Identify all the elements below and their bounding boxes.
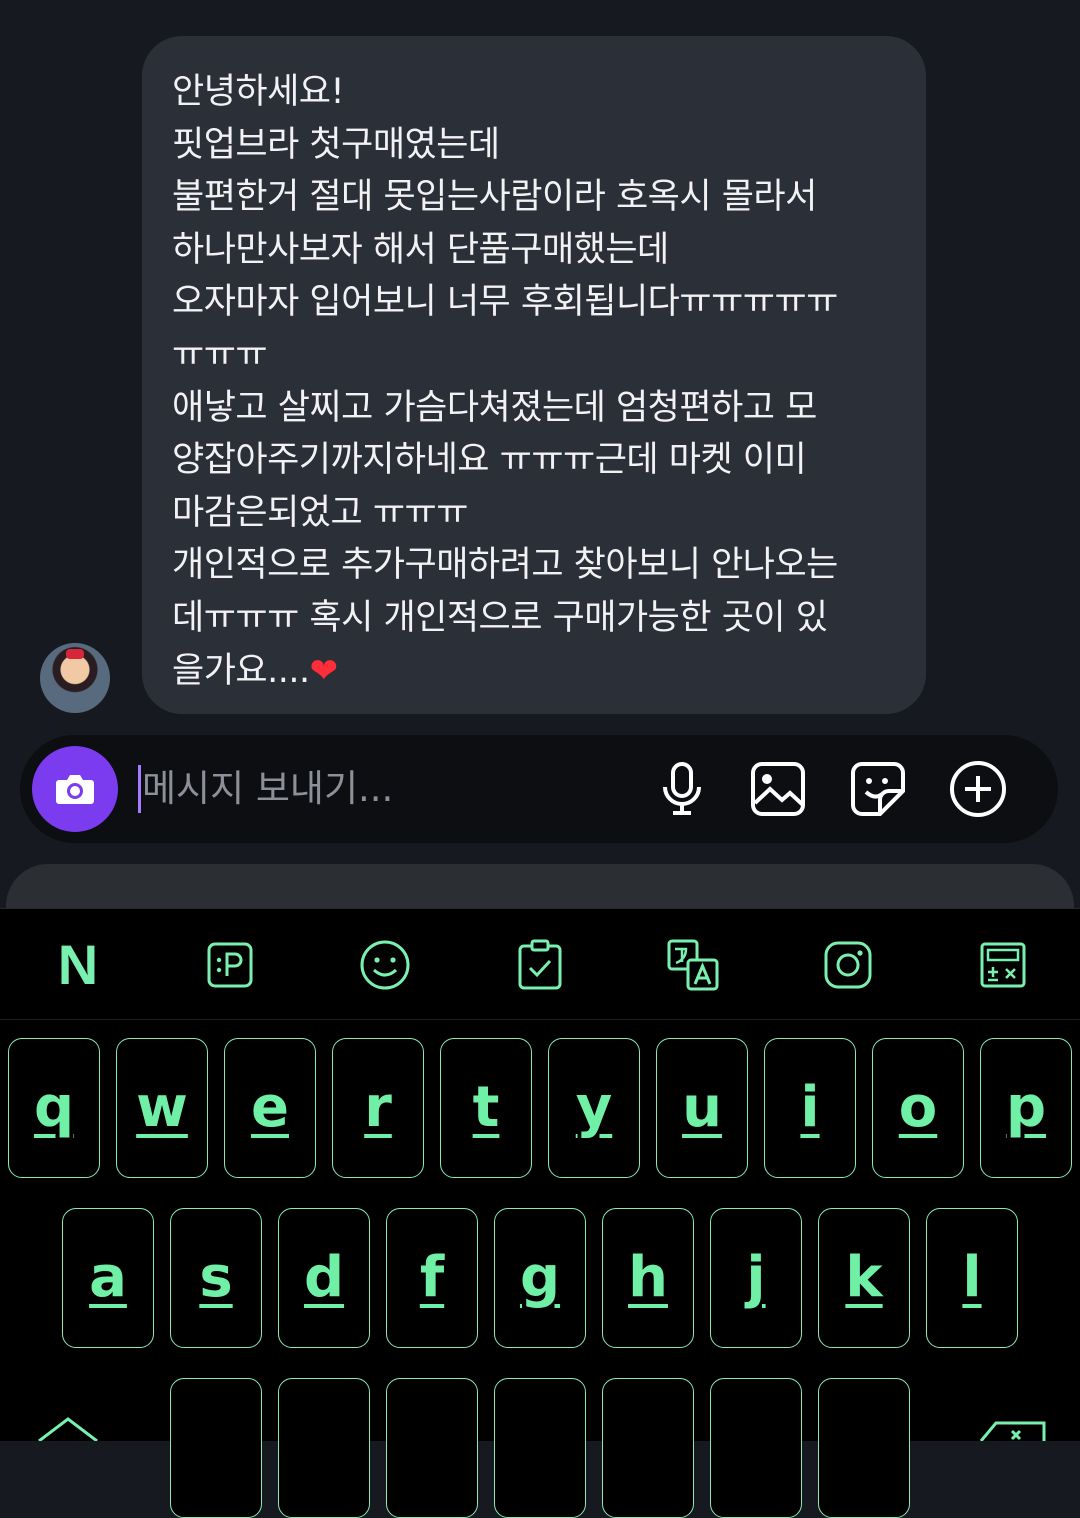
key-label: p: [1005, 1075, 1047, 1140]
key-label: a: [89, 1245, 127, 1310]
key-o[interactable]: o: [872, 1038, 964, 1178]
plus-circle-icon: [950, 761, 1006, 817]
message-line: 개인적으로 추가구매하려고 찾아보니 안나오는: [172, 545, 838, 586]
key-d[interactable]: d: [278, 1208, 370, 1348]
key-h[interactable]: h: [602, 1208, 694, 1348]
sticker-button[interactable]: [848, 759, 908, 819]
key-label: j: [746, 1245, 766, 1310]
emoji-button[interactable]: [357, 937, 413, 993]
message-line: 을가요....: [172, 650, 310, 691]
key-n[interactable]: [710, 1378, 802, 1518]
translate-icon: [667, 939, 719, 991]
checklist-button[interactable]: [512, 937, 568, 993]
naver-logo[interactable]: N: [50, 937, 106, 993]
message-line: 데ㅠㅠㅠ 혹시 개인적으로 구매가능한 곳이 있: [172, 597, 828, 638]
gallery-button[interactable]: [748, 759, 808, 819]
key-label: w: [136, 1075, 188, 1140]
key-label: d: [303, 1245, 345, 1310]
message-line-last: 을가요....❤: [172, 645, 906, 698]
key-z[interactable]: [170, 1378, 262, 1518]
key-label: k: [845, 1245, 883, 1310]
key-v[interactable]: [494, 1378, 586, 1518]
backspace-icon[interactable]: [978, 1419, 1048, 1441]
key-label: r: [364, 1075, 392, 1140]
clipboard-p-button[interactable]: [202, 937, 258, 993]
key-label: f: [419, 1245, 445, 1310]
naver-logo-text: N: [57, 933, 99, 996]
message-line: 불편한거 절대 못입는사람이라 호옥시 몰라서: [172, 177, 817, 218]
key-label: s: [199, 1245, 233, 1310]
avatar-bow: [66, 649, 84, 659]
more-button[interactable]: [948, 759, 1008, 819]
key-label: i: [800, 1075, 820, 1140]
shift-icon[interactable]: [36, 1415, 100, 1441]
key-label: o: [898, 1075, 938, 1140]
key-q[interactable]: q: [8, 1038, 100, 1178]
message-line: 하나만사보자 해서 단품구매했는데: [172, 229, 669, 270]
chat-area: 안녕하세요! 핏업브라 첫구매였는데 불편한거 절대 못입는사람이라 호옥시 몰…: [0, 0, 1080, 910]
sticker-icon: [851, 762, 905, 816]
key-k[interactable]: k: [818, 1208, 910, 1348]
calculator-icon: [980, 942, 1026, 988]
key-y[interactable]: y: [548, 1038, 640, 1178]
message-bubble[interactable]: 안녕하세요! 핏업브라 첫구매였는데 불편한거 절대 못입는사람이라 호옥시 몰…: [142, 36, 926, 714]
key-b[interactable]: [602, 1378, 694, 1518]
image-icon: [751, 762, 805, 816]
key-label: y: [575, 1075, 613, 1140]
message-line: 안녕하세요!: [172, 72, 345, 112]
key-a[interactable]: a: [62, 1208, 154, 1348]
message-line: 마감은되었고 ㅠㅠㅠ: [172, 492, 468, 533]
camera-icon: [56, 775, 94, 804]
key-label: t: [472, 1075, 500, 1140]
translate-button[interactable]: [665, 937, 721, 993]
key-w[interactable]: w: [116, 1038, 208, 1178]
message-input[interactable]: 메시지 보내기...: [142, 765, 393, 813]
keyboard: N q w e r t y u i o p a s d f g h j k l: [0, 908, 1080, 1518]
message-line: 오자마자 입어보니 너무 후회됩니다ㅠㅠㅠㅠㅠ: [172, 282, 838, 323]
key-f[interactable]: f: [386, 1208, 478, 1348]
key-s[interactable]: s: [170, 1208, 262, 1348]
clipboard-p-icon: [207, 942, 253, 988]
key-u[interactable]: u: [656, 1038, 748, 1178]
key-label: u: [682, 1075, 722, 1140]
microphone-button[interactable]: [652, 759, 712, 819]
text-caret: [138, 765, 141, 813]
message-line: 애낳고 살찌고 가슴다쳐졌는데 엄청편하고 모: [172, 387, 817, 428]
key-label: e: [251, 1075, 289, 1140]
avatar[interactable]: [40, 643, 110, 713]
key-e[interactable]: e: [224, 1038, 316, 1178]
emoji-icon: [360, 940, 410, 990]
key-c[interactable]: [386, 1378, 478, 1518]
keyboard-toolbar: N: [0, 909, 1080, 1020]
calculator-button[interactable]: [975, 937, 1031, 993]
key-p[interactable]: p: [980, 1038, 1072, 1178]
key-x[interactable]: [278, 1378, 370, 1518]
camera-button[interactable]: [32, 746, 118, 832]
key-t[interactable]: t: [440, 1038, 532, 1178]
key-label: q: [33, 1075, 75, 1140]
key-label: l: [962, 1245, 982, 1310]
key-r[interactable]: r: [332, 1038, 424, 1178]
key-i[interactable]: i: [764, 1038, 856, 1178]
message-line: ㅠㅠㅠ: [172, 334, 268, 375]
microphone-icon: [663, 762, 701, 815]
key-l[interactable]: l: [926, 1208, 1018, 1348]
key-m[interactable]: [818, 1378, 910, 1518]
message-line: 양잡아주기까지하네요 ㅠㅠㅠ근데 마켓 이미: [172, 440, 807, 481]
checklist-icon: [518, 939, 562, 990]
key-j[interactable]: j: [710, 1208, 802, 1348]
key-label: g: [519, 1245, 561, 1310]
key-g[interactable]: g: [494, 1208, 586, 1348]
instagram-button[interactable]: [820, 937, 876, 993]
message-composer: 메시지 보내기...: [20, 735, 1058, 843]
key-label: h: [628, 1245, 668, 1310]
heart-emoji: ❤: [309, 650, 339, 691]
instagram-icon: [824, 941, 872, 989]
message-line: 핏업브라 첫구매였는데: [172, 124, 500, 165]
